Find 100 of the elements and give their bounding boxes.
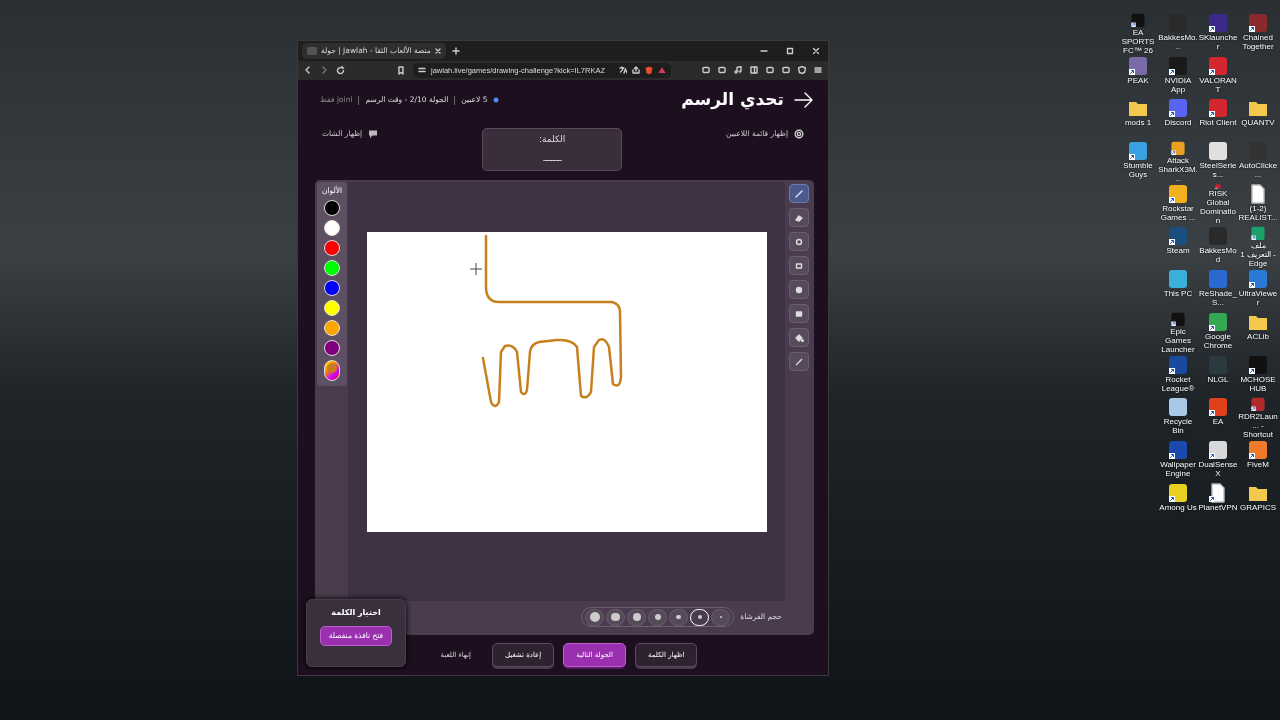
icon-label[interactable]: Rocket League®: [1158, 374, 1198, 393]
icon-label[interactable]: DualSenseX: [1198, 459, 1238, 478]
icon-label[interactable]: RDR2Laun... - Shortcut: [1238, 411, 1278, 439]
icon-label[interactable]: Epic Games Launcher: [1158, 326, 1198, 354]
shield-icon[interactable]: [798, 66, 806, 75]
brush-size-option[interactable]: [606, 608, 626, 626]
icon-label[interactable]: ReShade_S...: [1198, 289, 1238, 308]
icon-label[interactable]: FiveM: [1238, 459, 1278, 469]
site-settings-icon[interactable]: [418, 66, 426, 75]
back-icon[interactable]: [304, 66, 312, 75]
icon-label[interactable]: SteelSeries...: [1198, 161, 1238, 180]
shield-icon[interactable]: [645, 65, 653, 75]
icon-label[interactable]: This PC: [1158, 289, 1198, 299]
app-icon[interactable]: [1208, 397, 1228, 418]
tool-button[interactable]: [789, 208, 809, 227]
document-icon[interactable]: [1248, 183, 1268, 204]
app-icon[interactable]: [1208, 141, 1228, 162]
color-swatch[interactable]: [324, 280, 340, 297]
icon-label[interactable]: Wallpaper Engine: [1158, 459, 1198, 478]
tool-button[interactable]: [789, 184, 809, 203]
icon-label[interactable]: VALORANT: [1198, 75, 1238, 94]
icon-label[interactable]: Among Us: [1158, 502, 1198, 512]
color-swatch[interactable]: [324, 200, 340, 217]
icon-label[interactable]: AutoClicke...: [1238, 161, 1278, 180]
maximize-icon[interactable]: [786, 46, 794, 55]
icon-label[interactable]: mods 1: [1118, 118, 1158, 128]
icon-label[interactable]: GRAPICS: [1238, 502, 1278, 512]
document-icon[interactable]: [1208, 482, 1228, 503]
icon-label[interactable]: Google Chrome: [1198, 331, 1238, 350]
custom-color-picker[interactable]: [324, 360, 340, 382]
plus-icon[interactable]: [451, 46, 460, 55]
close-icon[interactable]: [434, 47, 441, 54]
tool-button[interactable]: [789, 232, 809, 251]
share-icon[interactable]: [632, 66, 640, 75]
word-blanks: _____: [543, 149, 561, 163]
word-picker-title: اختيار الكلمة: [331, 607, 381, 619]
app-icon[interactable]: [1208, 13, 1228, 33]
forward-icon[interactable]: [320, 66, 328, 75]
color-swatch[interactable]: [324, 260, 340, 277]
icon-label[interactable]: Steam: [1158, 246, 1198, 256]
tool-button[interactable]: [789, 304, 809, 323]
color-swatch[interactable]: [324, 320, 340, 337]
app-icon[interactable]: [1128, 141, 1148, 162]
triangle-icon[interactable]: [658, 66, 666, 75]
icon-label[interactable]: Rockstar Games ...: [1158, 203, 1198, 222]
brush-size-option[interactable]: [627, 608, 647, 626]
icon-label[interactable]: Discord: [1158, 118, 1198, 128]
gear-icon[interactable]: [794, 128, 804, 139]
icon-label[interactable]: PEAK: [1118, 75, 1158, 85]
icon-label[interactable]: RISK Global Domination: [1198, 189, 1238, 226]
icon-label[interactable]: MCHOSE HUB: [1238, 374, 1278, 393]
color-swatch[interactable]: [324, 300, 340, 317]
icon-label[interactable]: BakkesMo...: [1158, 33, 1198, 51]
page-title: تحدي الرسم: [681, 88, 784, 112]
brush-size-option[interactable]: [669, 608, 689, 626]
close-icon[interactable]: [812, 46, 820, 55]
icon-label[interactable]: EA SPORTS FC™ 26: [1118, 27, 1158, 55]
status-dot-icon: [493, 97, 500, 103]
icon-label[interactable]: QUANTV: [1238, 118, 1278, 128]
tool-button[interactable]: [789, 280, 809, 299]
app-icon[interactable]: [1248, 13, 1268, 33]
app-icon[interactable]: [1248, 269, 1268, 290]
translate-icon[interactable]: [619, 66, 627, 75]
icon-label[interactable]: NLGL: [1198, 374, 1238, 384]
app-icon[interactable]: [1168, 226, 1188, 247]
app-icon[interactable]: [1168, 98, 1188, 119]
color-swatch[interactable]: [324, 240, 340, 257]
tool-button[interactable]: [789, 328, 809, 347]
icon-label[interactable]: Recycle Bin: [1158, 417, 1198, 436]
tool-button[interactable]: [789, 352, 809, 371]
icon-label[interactable]: Chained Together: [1238, 33, 1278, 51]
icon-label[interactable]: Riot Client: [1198, 118, 1238, 128]
bookmark-icon[interactable]: [397, 65, 405, 75]
icon-label[interactable]: PlanetVPN: [1198, 502, 1238, 512]
icon-label[interactable]: Stumble Guys: [1118, 161, 1158, 180]
chat-icon[interactable]: [368, 128, 379, 139]
icon-label[interactable]: SKlauncher: [1198, 33, 1238, 51]
icon-label[interactable]: (1-2) REALIST...: [1238, 203, 1278, 222]
icon-label[interactable]: UltraViewer: [1238, 289, 1278, 308]
tool-button[interactable]: [789, 256, 809, 275]
arrow-right-icon[interactable]: [794, 92, 814, 108]
menu-icon[interactable]: [814, 66, 822, 75]
music-icon[interactable]: [734, 66, 742, 75]
app-icon[interactable]: [1208, 98, 1228, 119]
icon-label[interactable]: Attack SharkX3M...: [1158, 155, 1198, 183]
sidebar-icon[interactable]: [750, 66, 758, 75]
icon-label[interactable]: BakkesMod: [1198, 246, 1238, 265]
word-label: الكلمة:: [538, 133, 566, 146]
icon-label[interactable]: ACLib: [1238, 331, 1278, 341]
icon-label[interactable]: NVIDIA App: [1158, 75, 1198, 94]
color-swatch[interactable]: [324, 340, 340, 357]
icon-label[interactable]: EA: [1198, 417, 1238, 427]
app-icon[interactable]: [1168, 397, 1188, 418]
crosshair-cursor-icon: [469, 262, 482, 275]
brush-size-option[interactable]: [585, 608, 605, 626]
icon-label[interactable]: ملف التعريف 1 - Edge: [1238, 241, 1278, 269]
color-swatch[interactable]: [324, 220, 340, 237]
reload-icon[interactable]: [336, 65, 345, 75]
app-icon[interactable]: [1248, 226, 1268, 242]
brush-size-option[interactable]: [648, 608, 668, 626]
